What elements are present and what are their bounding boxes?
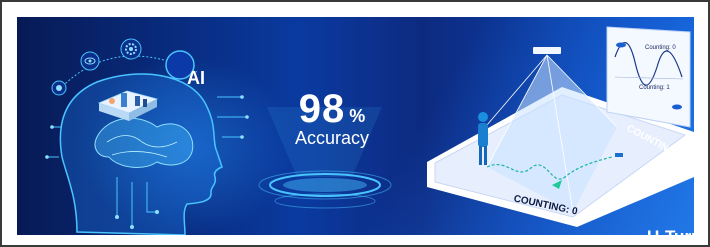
- u-turn-caption: U-Turn: [647, 227, 694, 235]
- ai-badge-label: AI: [187, 68, 205, 88]
- accuracy-label: Accuracy: [294, 128, 370, 148]
- eye-icon: [80, 51, 100, 71]
- accuracy-unit: %: [349, 106, 366, 126]
- chart-label-top: Counting: 0: [645, 45, 676, 51]
- gear-icon: [120, 38, 142, 60]
- wave-chart-panel: [606, 26, 691, 128]
- accuracy-metric: 98% Accuracy: [267, 87, 397, 149]
- accuracy-value: 98: [298, 87, 346, 131]
- hero-banner: AI 98% Accuracy Counting: 0 Counting: 1 …: [17, 17, 694, 235]
- sensor-icon: [533, 47, 561, 54]
- banner-frame: AI 98% Accuracy Counting: 0 Counting: 1 …: [0, 0, 710, 247]
- chart-label-bottom: Counting: 1: [639, 85, 670, 91]
- sensor-node-icon: [51, 80, 67, 96]
